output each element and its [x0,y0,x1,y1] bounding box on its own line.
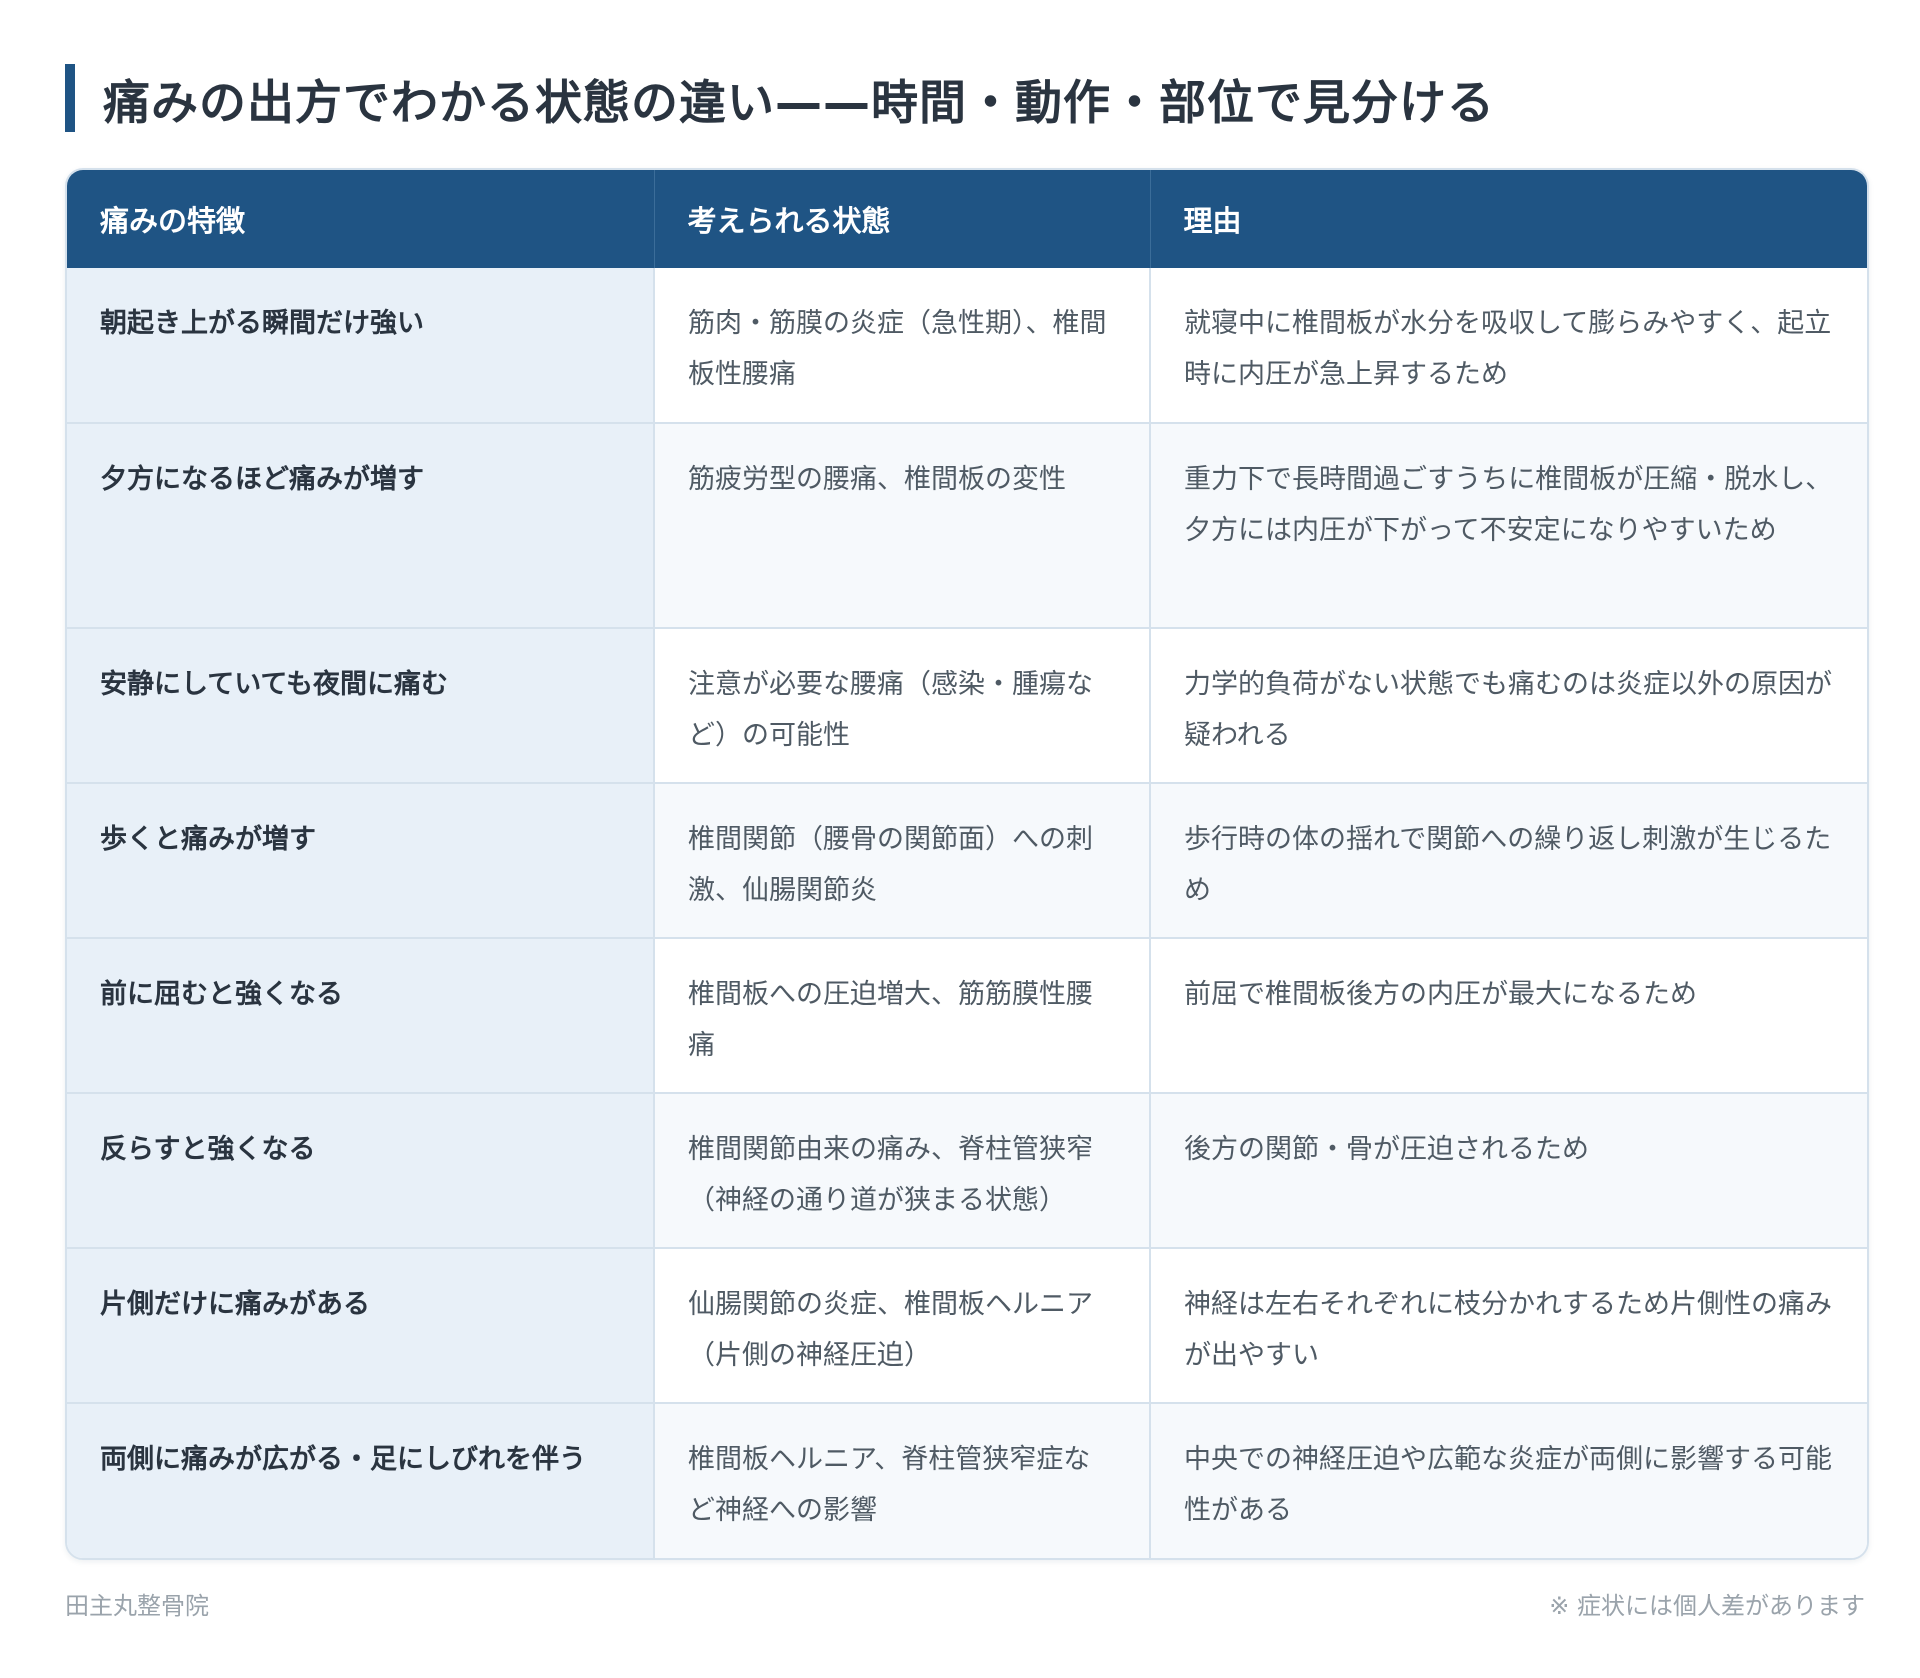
feature-cell: 前に屈むと強くなる [67,937,655,1093]
table-row: 歩くと痛みが増す 椎間関節（腰骨の関節面）への刺激、仙腸関節炎 歩行時の体の揺れ… [67,782,1867,938]
condition-cell: 椎間関節由来の痛み、脊柱管狭窄（神経の通り道が狭まる状態） [654,1092,1151,1248]
title-block: 痛みの出方でわかる状態の違い——時間・動作・部位で見分ける [65,64,1495,132]
condition-cell: 筋疲労型の腰痛、椎間板の変性 [654,422,1151,628]
symptom-table-container: 痛みの特徴 考えられる状態 理由 朝起き上がる瞬間だけ強い 筋肉・筋膜の炎症（急… [65,168,1869,1560]
reason-cell: 力学的負荷がない状態でも痛むのは炎症以外の原因が疑われる [1150,627,1867,783]
table-row: 朝起き上がる瞬間だけ強い 筋肉・筋膜の炎症（急性期）、椎間板性腰痛 就寝中に椎間… [67,268,1867,423]
feature-cell: 朝起き上がる瞬間だけ強い [67,268,655,423]
condition-cell: 仙腸関節の炎症、椎間板ヘルニア（片側の神経圧迫） [654,1247,1151,1403]
reason-cell: 前屈で椎間板後方の内圧が最大になるため [1150,937,1867,1093]
condition-cell: 筋肉・筋膜の炎症（急性期）、椎間板性腰痛 [654,268,1151,423]
disclaimer-note: ※ 症状には個人差があります [1549,1592,1865,1620]
feature-cell: 安静にしていても夜間に痛む [67,627,655,783]
table-row: 反らすと強くなる 椎間関節由来の痛み、脊柱管狭窄（神経の通り道が狭まる状態） 後… [67,1092,1867,1248]
reason-cell: 後方の関節・骨が圧迫されるため [1150,1092,1867,1248]
column-header-feature: 痛みの特徴 [67,170,655,268]
condition-cell: 椎間板への圧迫増大、筋筋膜性腰痛 [654,937,1151,1093]
column-header-condition: 考えられる状態 [654,170,1151,268]
reason-cell: 重力下で長時間過ごすうちに椎間板が圧縮・脱水し、夕方には内圧が下がって不安定にな… [1150,422,1867,628]
reason-cell: 歩行時の体の揺れで関節への繰り返し刺激が生じるため [1150,782,1867,938]
reason-cell: 神経は左右それぞれに枝分かれするため片側性の痛みが出やすい [1150,1247,1867,1403]
table-row: 両側に痛みが広がる・足にしびれを伴う 椎間板ヘルニア、脊柱管狭窄症など神経への影… [67,1402,1867,1558]
reason-cell: 就寝中に椎間板が水分を吸収して膨らみやすく、起立時に内圧が急上昇するため [1150,268,1867,423]
feature-cell: 歩くと痛みが増す [67,782,655,938]
feature-cell: 夕方になるほど痛みが増す [67,422,655,628]
table-row: 安静にしていても夜間に痛む 注意が必要な腰痛（感染・腫瘍など）の可能性 力学的負… [67,627,1867,783]
table-row: 片側だけに痛みがある 仙腸関節の炎症、椎間板ヘルニア（片側の神経圧迫） 神経は左… [67,1247,1867,1403]
symptom-table: 痛みの特徴 考えられる状態 理由 朝起き上がる瞬間だけ強い 筋肉・筋膜の炎症（急… [67,170,1867,1558]
title-accent-bar [65,64,75,132]
condition-cell: 椎間板ヘルニア、脊柱管狭窄症など神経への影響 [654,1402,1151,1558]
column-header-reason: 理由 [1150,170,1867,268]
condition-cell: 注意が必要な腰痛（感染・腫瘍など）の可能性 [654,627,1151,783]
condition-cell: 椎間関節（腰骨の関節面）への刺激、仙腸関節炎 [654,782,1151,938]
clinic-name: 田主丸整骨院 [65,1592,209,1620]
feature-cell: 両側に痛みが広がる・足にしびれを伴う [67,1402,655,1558]
table-header-row: 痛みの特徴 考えられる状態 理由 [67,170,1867,268]
table-row: 前に屈むと強くなる 椎間板への圧迫増大、筋筋膜性腰痛 前屈で椎間板後方の内圧が最… [67,937,1867,1093]
reason-cell: 中央での神経圧迫や広範な炎症が両側に影響する可能性がある [1150,1402,1867,1558]
page-title: 痛みの出方でわかる状態の違い——時間・動作・部位で見分ける [103,75,1495,131]
feature-cell: 片側だけに痛みがある [67,1247,655,1403]
table-row: 夕方になるほど痛みが増す 筋疲労型の腰痛、椎間板の変性 重力下で長時間過ごすうち… [67,422,1867,628]
feature-cell: 反らすと強くなる [67,1092,655,1248]
